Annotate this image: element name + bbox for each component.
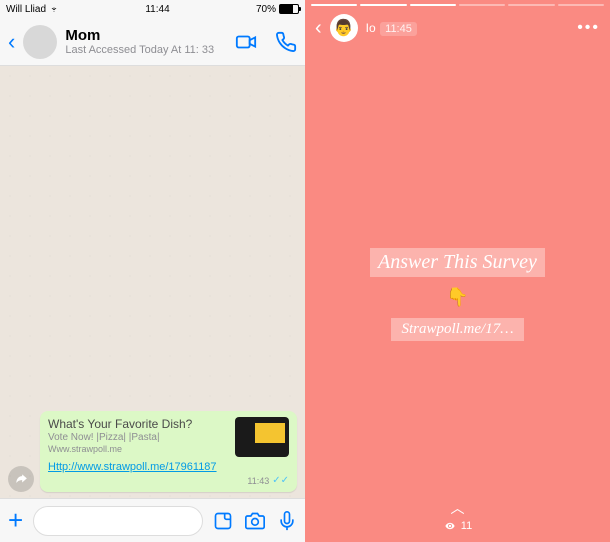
story-text-title: Answer This Survey — [370, 248, 545, 277]
attach-button[interactable]: + — [8, 505, 23, 536]
link-preview-subtitle: Vote Now! |Pizza| |Pasta| — [48, 432, 229, 443]
microphone-icon[interactable] — [277, 511, 297, 531]
pointing-down-emoji: 👇 — [446, 287, 468, 308]
message-time: 11:43 — [247, 476, 269, 486]
message-link[interactable]: Http://www.strawpoll.me/17961187 — [48, 461, 289, 473]
sticker-icon[interactable] — [213, 511, 233, 531]
story-author-name: Io — [366, 21, 376, 35]
story-avatar[interactable]: 👨 — [330, 14, 358, 42]
eye-icon — [443, 521, 457, 531]
video-call-icon[interactable] — [235, 31, 257, 53]
wifi-icon — [49, 5, 59, 13]
carrier-label: Will Lliad — [6, 4, 46, 15]
link-preview-title: What's Your Favorite Dish? — [48, 417, 229, 431]
contact-info[interactable]: Mom Last Accessed Today At 11: 33 — [65, 27, 227, 56]
contact-avatar[interactable] — [23, 25, 57, 59]
story-link-text[interactable]: Strawpoll.me/17… — [391, 318, 523, 341]
camera-icon[interactable] — [245, 511, 265, 531]
chat-header: ‹ Mom Last Accessed Today At 11: 33 — [0, 18, 305, 66]
story-content: Answer This Survey 👇 Strawpoll.me/17… — [305, 46, 610, 542]
read-receipt-icon: ✓✓ — [272, 475, 289, 486]
last-seen-label: Last Accessed Today At 11: 33 — [65, 44, 227, 56]
story-panel[interactable]: ‹ 👨 Io 11:45 ••• Answer This Survey 👇 St… — [305, 0, 610, 542]
chat-messages-area[interactable]: What's Your Favorite Dish? Vote Now! |Pi… — [0, 66, 305, 498]
voice-call-icon[interactable] — [275, 31, 297, 53]
story-footer[interactable]: ︿ 11 — [305, 498, 610, 532]
status-bar: Will Lliad 11:44 70% — [0, 0, 305, 18]
link-preview-domain: Www.strawpoll.me — [48, 444, 229, 454]
link-preview-thumbnail — [235, 417, 289, 457]
contact-name: Mom — [65, 27, 227, 44]
story-back-button[interactable]: ‹ — [315, 17, 322, 40]
story-progress — [305, 0, 610, 10]
story-header: ‹ 👨 Io 11:45 ••• — [305, 10, 610, 46]
statusbar-time: 11:44 — [145, 4, 169, 15]
message-bubble[interactable]: What's Your Favorite Dish? Vote Now! |Pi… — [40, 411, 297, 492]
story-time: 11:45 — [380, 22, 417, 36]
input-toolbar: + — [0, 498, 305, 542]
back-button[interactable]: ‹ — [8, 29, 15, 55]
story-menu-button[interactable]: ••• — [577, 19, 600, 37]
message-input[interactable] — [33, 506, 203, 536]
whatsapp-panel: Will Lliad 11:44 70% ‹ Mom Last Accessed… — [0, 0, 305, 542]
forward-icon[interactable] — [8, 466, 34, 492]
chevron-up-icon[interactable]: ︿ — [451, 498, 465, 518]
view-count: 11 — [461, 520, 472, 532]
battery-icon — [279, 4, 299, 14]
battery-pct: 70% — [256, 4, 276, 15]
